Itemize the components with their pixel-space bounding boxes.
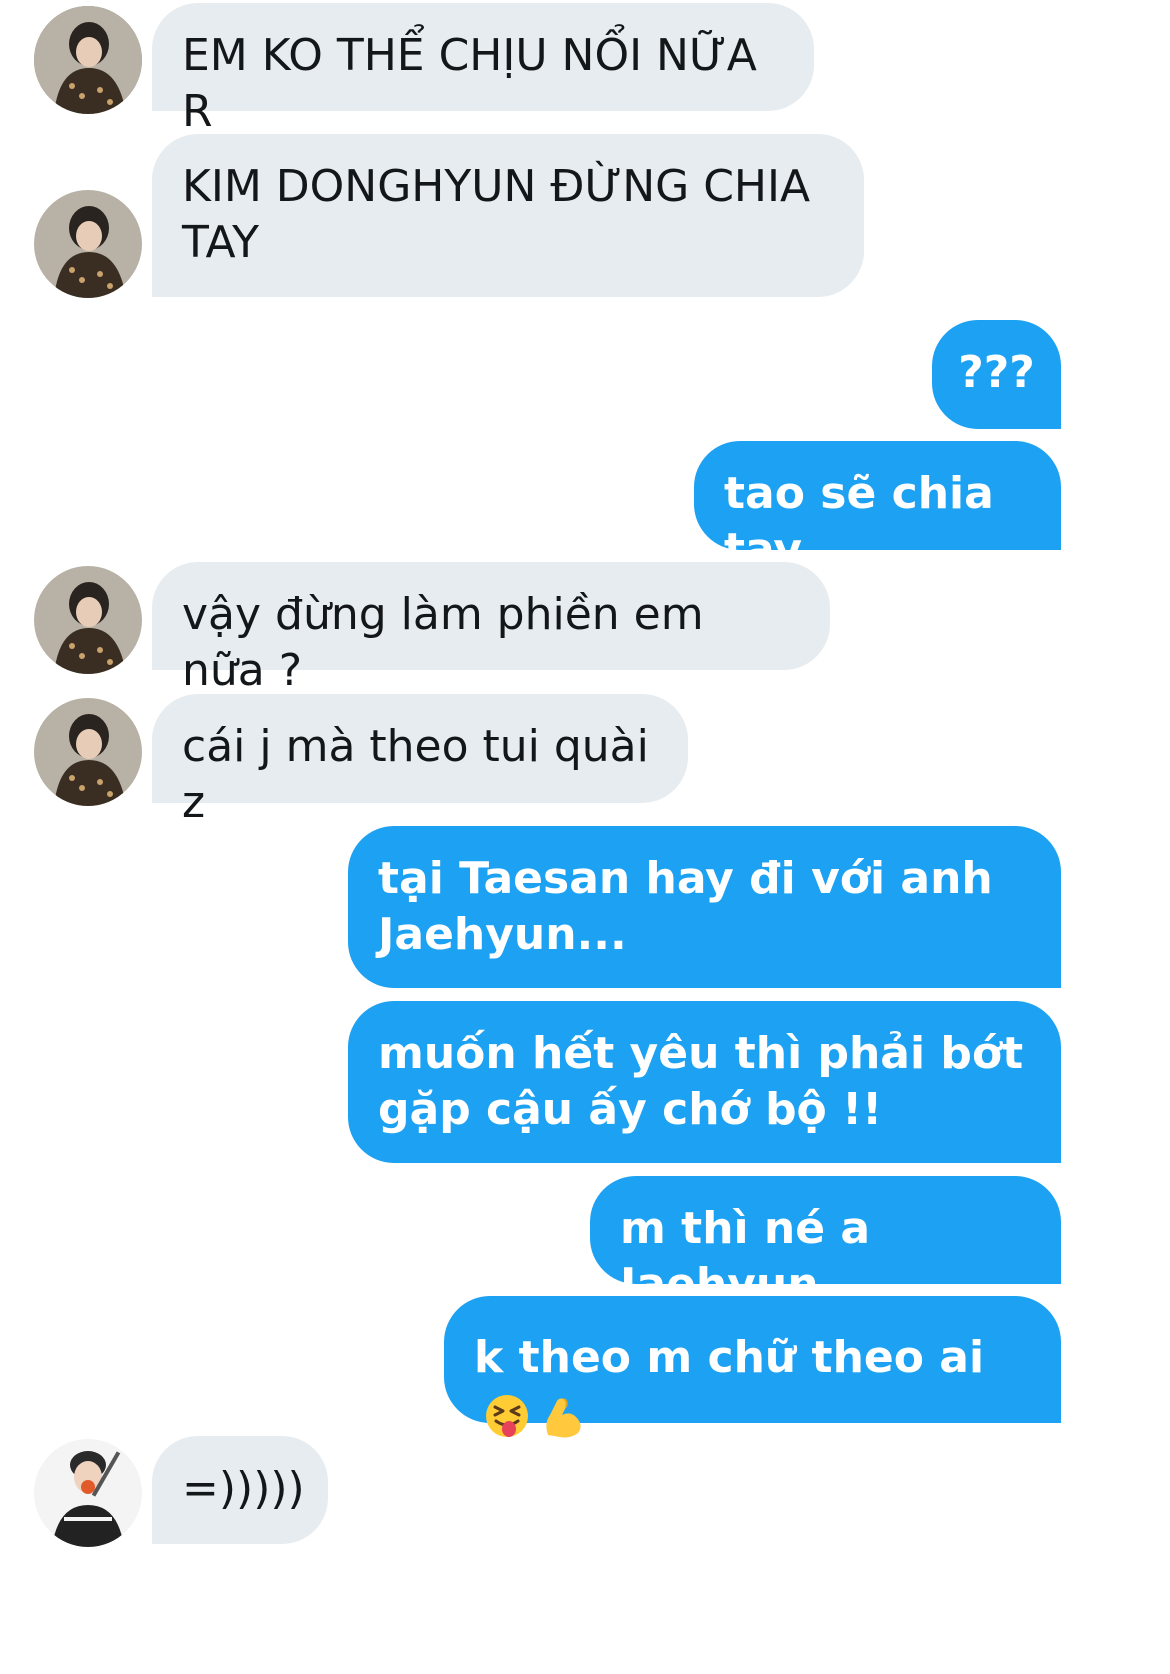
avatar[interactable]	[34, 6, 142, 114]
message-bubble[interactable]: KIM DONGHYUN ĐỪNG CHIA TAY	[152, 134, 864, 297]
message-bubble[interactable]: tao sẽ chia tay	[694, 441, 1061, 575]
message-bubble[interactable]: tại Taesan hay đi với anh Jaehyun...	[348, 826, 1061, 988]
message-bubble[interactable]: EM KO THỂ CHỊU NỔI NỮA R	[152, 3, 814, 137]
message-bubble[interactable]: =)))))	[152, 1436, 328, 1544]
message-bubble[interactable]: k theo m chữ theo ai	[444, 1296, 1061, 1438]
message-text: k theo m chữ theo ai	[474, 1332, 985, 1383]
message-bubble[interactable]: ???	[932, 320, 1061, 429]
flexed-biceps-icon	[540, 1393, 586, 1439]
squinting-face-with-tongue-icon	[484, 1393, 530, 1439]
message-bubble[interactable]: cái j mà theo tui quài z	[152, 694, 688, 828]
avatar[interactable]	[34, 698, 142, 806]
avatar[interactable]	[34, 1439, 142, 1547]
avatar[interactable]	[34, 190, 142, 298]
message-bubble[interactable]: muốn hết yêu thì phải bớt gặp cậu ấy chớ…	[348, 1001, 1061, 1163]
message-bubble[interactable]: vậy đừng làm phiền em nữa ?	[152, 562, 830, 696]
avatar[interactable]	[34, 566, 142, 674]
message-bubble[interactable]: m thì né a Jaehyun	[590, 1176, 1061, 1310]
